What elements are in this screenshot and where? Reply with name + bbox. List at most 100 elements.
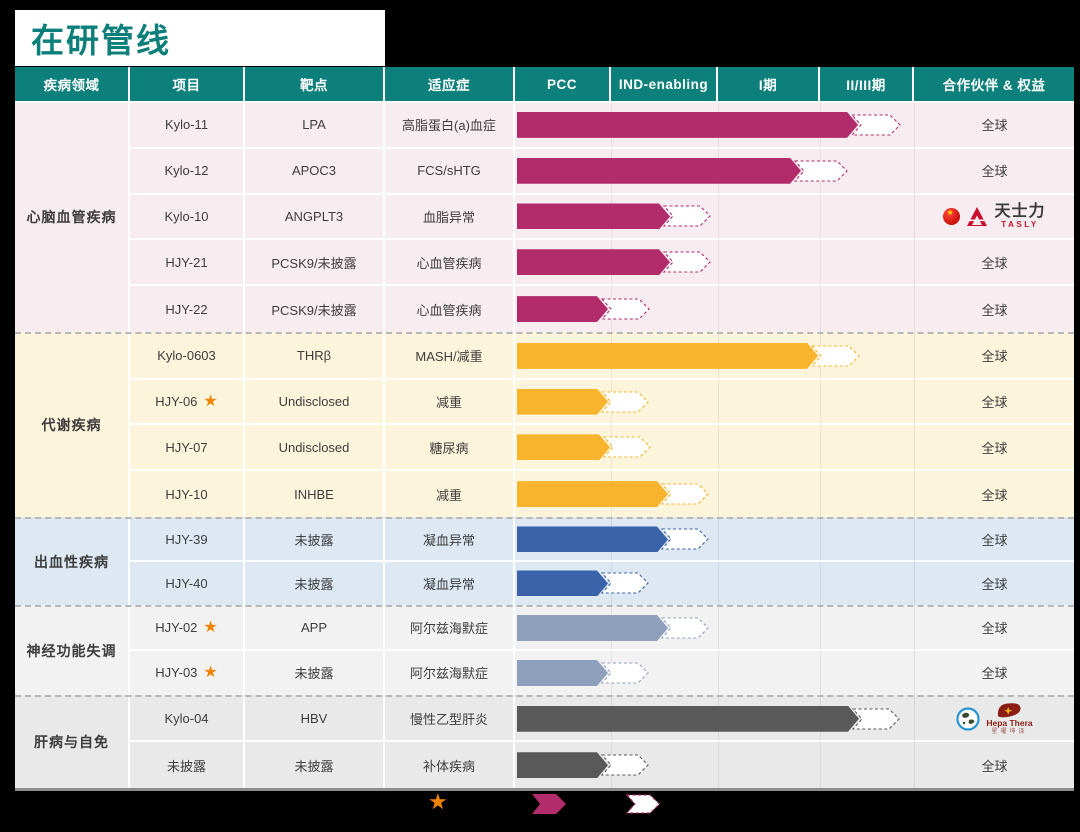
- partner-cell: ★ 天士力TASLY: [914, 195, 1074, 241]
- phase-gridline: [820, 519, 821, 560]
- project-label: HJY-10: [165, 487, 207, 502]
- indication-cell: 阿尔兹海默症: [385, 651, 515, 695]
- partner-global-label: 全球: [981, 574, 1007, 593]
- partner-cell: 全球: [914, 742, 1074, 788]
- project-cell: HJY-10: [130, 471, 245, 517]
- indication-cell: 高脂蛋白(a)血症: [385, 103, 515, 149]
- project-label: HJY-06: [155, 394, 197, 409]
- progress-bar-dashed: [811, 345, 860, 367]
- target-cell: THRβ: [245, 334, 385, 380]
- project-cell: Kylo-10: [130, 195, 245, 241]
- progress-bar-solid: [517, 660, 608, 686]
- disease-area-cell: 心脑血管疾病: [15, 103, 130, 332]
- project-label: Kylo-10: [164, 209, 208, 224]
- partner-cell: 全球: [914, 519, 1074, 562]
- target-cell: PCSK9/未披露: [245, 240, 385, 286]
- column-header: 合作伙伴 & 权益: [914, 67, 1074, 103]
- phase-track-cell: [515, 334, 914, 380]
- partner-cell: 全球: [914, 240, 1074, 286]
- disease-group: 肝病与自免Kylo-04HBV慢性乙型肝炎Hepa Thera星曜坤泽未披露未披…: [15, 695, 1074, 788]
- star-icon: ★: [203, 394, 217, 410]
- phase-track-cell: [515, 103, 914, 149]
- progress-bar-dashed: [603, 436, 651, 458]
- star-icon: ★: [203, 620, 217, 636]
- tasly-triangle-icon: [966, 207, 988, 226]
- project-cell: HJY-39: [130, 519, 245, 562]
- hepathera-leaf-icon: [996, 702, 1022, 719]
- indication-cell: 凝血异常: [385, 562, 515, 605]
- disease-group: 出血性疾病HJY-39未披露凝血异常全球HJY-40未披露凝血异常全球: [15, 517, 1074, 605]
- phase-gridline: [718, 286, 719, 332]
- indication-cell: 减重: [385, 380, 515, 426]
- partner-global-label: 全球: [981, 115, 1007, 134]
- phase-gridline: [820, 240, 821, 284]
- indication-cell: 心血管疾病: [385, 286, 515, 332]
- hepathera-name-cn: 星曜坤泽: [991, 729, 1027, 736]
- project-cell: HJY-03★: [130, 651, 245, 695]
- progress-bar-solid: [517, 706, 859, 732]
- project-label: Kylo-12: [164, 163, 208, 178]
- progress-bar-solid: [517, 343, 818, 369]
- phase-track-cell: [515, 149, 914, 195]
- phase-gridline: [718, 519, 719, 560]
- target-cell: INHBE: [245, 471, 385, 517]
- progress-bar-solid: [517, 112, 858, 138]
- phase-gridline: [718, 651, 719, 695]
- target-cell: APP: [245, 607, 385, 651]
- partner-global-label: 全球: [981, 663, 1007, 682]
- project-cell: Kylo-11: [130, 103, 245, 149]
- partner-global-label: 全球: [981, 530, 1007, 549]
- progress-bar-solid: [517, 158, 801, 184]
- partner-global-label: 全球: [981, 618, 1007, 637]
- progress-bar-dashed: [601, 298, 650, 320]
- partner-cell: Hepa Thera星曜坤泽: [914, 697, 1074, 743]
- phase-gridline: [718, 607, 719, 649]
- progress-bar-solid: [517, 481, 668, 507]
- target-cell: PCSK9/未披露: [245, 286, 385, 332]
- partner-cell: 全球: [914, 562, 1074, 605]
- partner-global-label: 全球: [981, 392, 1007, 411]
- column-header: II/III期: [820, 67, 914, 103]
- target-cell: Undisclosed: [245, 425, 385, 471]
- phase-track-cell: [515, 380, 914, 426]
- partner-global-label: 全球: [981, 253, 1007, 272]
- disease-area-cell: 代谢疾病: [15, 334, 130, 517]
- progress-bar-solid: [517, 389, 608, 415]
- tasly-text: 天士力TASLY: [994, 203, 1045, 229]
- column-header: 靶点: [245, 67, 385, 103]
- progress-bar-dashed: [661, 528, 709, 550]
- progress-bar-dashed: [661, 483, 709, 505]
- partner-cell: 全球: [914, 425, 1074, 471]
- progress-bar-dashed: [601, 662, 649, 684]
- target-cell: LPA: [245, 103, 385, 149]
- hepathera-logo: Hepa Thera星曜坤泽: [956, 702, 1032, 735]
- tasly-logo: ★ 天士力TASLY: [943, 203, 1045, 229]
- tasly-name-cn: 天士力: [994, 203, 1045, 221]
- target-cell: APOC3: [245, 149, 385, 195]
- progress-bar-solid: [517, 526, 668, 552]
- project-cell: HJY-40: [130, 562, 245, 605]
- project-label: HJY-22: [165, 302, 207, 317]
- project-label: Kylo-04: [164, 711, 208, 726]
- progress-bar-solid: [517, 249, 670, 275]
- indication-cell: 慢性乙型肝炎: [385, 697, 515, 743]
- table-header: 疾病领域项目靶点适应症PCCIND-enablingI期II/III期合作伙伴 …: [15, 67, 1074, 103]
- indication-cell: MASH/减重: [385, 334, 515, 380]
- indication-cell: 糖尿病: [385, 425, 515, 471]
- title-block: 在研管线: [15, 10, 385, 66]
- phase-gridline: [820, 651, 821, 695]
- phase-track-cell: [515, 651, 914, 695]
- project-label: 未披露: [167, 756, 206, 775]
- project-label: Kylo-11: [165, 117, 208, 132]
- column-header: 项目: [130, 67, 245, 103]
- partner-cell: 全球: [914, 607, 1074, 651]
- hepathera-name-en: Hepa Thera: [986, 719, 1032, 728]
- partner-cell: 全球: [914, 334, 1074, 380]
- progress-bar-solid: [517, 570, 608, 596]
- partner-global-label: 全球: [981, 346, 1007, 365]
- phase-gridline: [718, 195, 719, 239]
- project-cell: HJY-22: [130, 286, 245, 332]
- china-flag-icon: ★: [943, 208, 960, 225]
- phase-track-cell: [515, 742, 914, 788]
- legend: ★: [0, 792, 1080, 822]
